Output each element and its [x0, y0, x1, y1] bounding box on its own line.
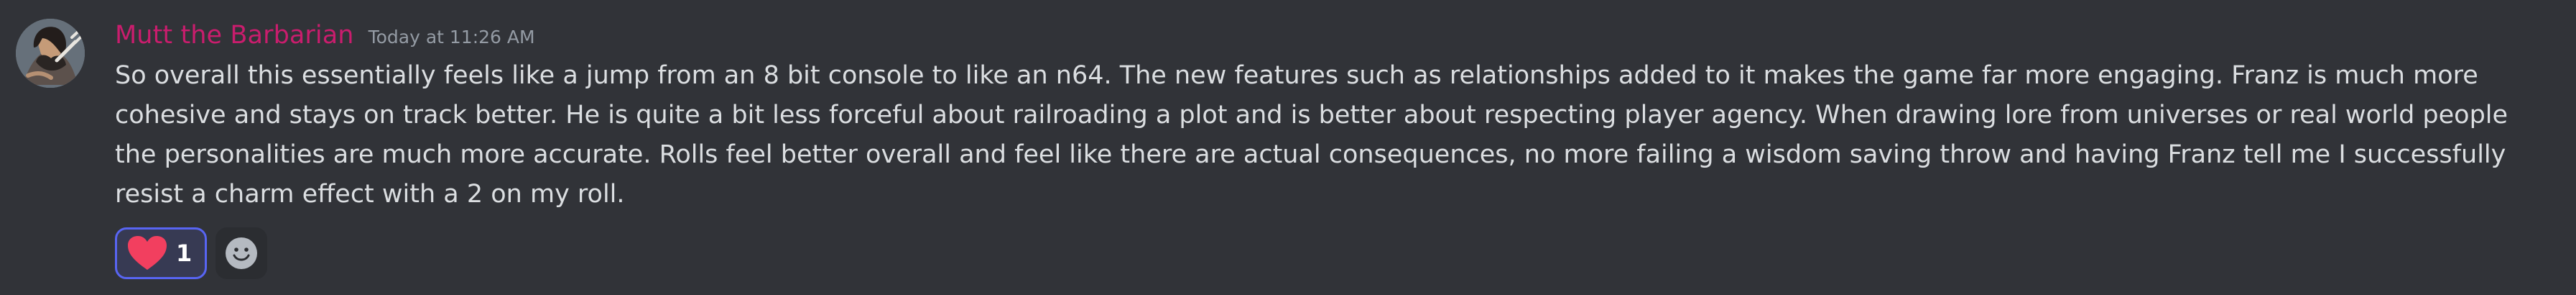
- heart-icon: [128, 236, 167, 270]
- reaction-count: 1: [176, 240, 193, 267]
- message-header: Mutt the Barbarian Today at 11:26 AM: [115, 14, 2543, 56]
- smile-icon: [226, 237, 258, 269]
- chat-message: Mutt the Barbarian Today at 11:26 AM So …: [0, 0, 2576, 295]
- message-text: So overall this essentially feels like a…: [115, 61, 2516, 209]
- add-reaction-button[interactable]: [216, 227, 268, 279]
- heart-reaction-button[interactable]: 1: [115, 227, 208, 279]
- avatar-image: [16, 19, 85, 88]
- author-name[interactable]: Mutt the Barbarian: [115, 14, 354, 56]
- user-avatar[interactable]: [16, 19, 85, 88]
- message-content: Mutt the Barbarian Today at 11:26 AM So …: [115, 14, 2543, 279]
- message-timestamp[interactable]: Today at 11:26 AM: [369, 17, 535, 58]
- reaction-bar: 1: [115, 227, 2543, 279]
